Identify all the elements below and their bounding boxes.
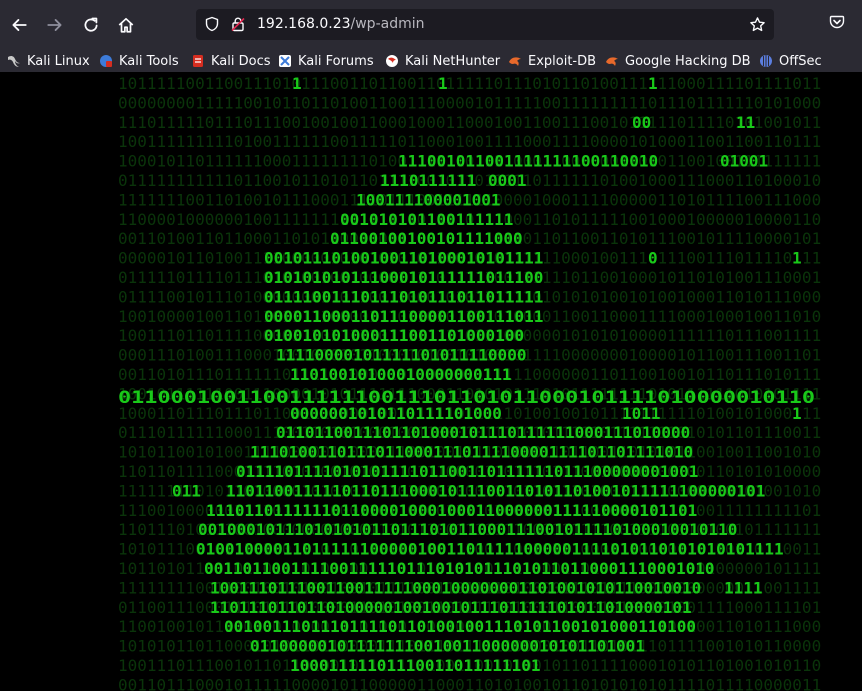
- svg-text:00: 00: [632, 113, 651, 132]
- url-text: 192.168.0.23/wp-admin: [257, 16, 425, 33]
- svg-text:011110111101010111101100110111: 0111101111010101111011001101111110111000…: [236, 462, 698, 481]
- bookmark-kali-linux[interactable]: Kali Linux: [7, 50, 90, 72]
- bookmark-kali-forums[interactable]: Kali Forums: [278, 50, 374, 72]
- exploit-db-icon: [509, 57, 521, 66]
- svg-text:001001110111011110110100100111: 0010011101110111101101001001110101100101…: [224, 617, 696, 636]
- insecure-lock-icon[interactable]: [230, 16, 246, 32]
- url-path: /wp-admin: [350, 16, 425, 32]
- star-icon[interactable]: [749, 16, 766, 33]
- reload-icon: [84, 17, 98, 32]
- bookmark-label: Kali Linux: [27, 53, 90, 69]
- svg-text:001101110001011111000010110000: 0011011100010111110000101100000110001101…: [118, 675, 821, 691]
- svg-text:1: 1: [438, 74, 448, 93]
- svg-text:110111011011010000010010010111: 1101110110110100000100100101110111110101…: [210, 598, 692, 617]
- bookmark-label: Kali Docs: [211, 53, 271, 69]
- bookmark-exploit-db[interactable]: Exploit-DB: [508, 50, 596, 72]
- svg-text:1: 1: [792, 249, 802, 268]
- tracking-shield-icon[interactable]: [204, 16, 220, 32]
- kali-dragon-icon: [8, 55, 20, 67]
- svg-text:0001: 0001: [488, 171, 527, 190]
- svg-text:01111001110111010111011011111: 01111001110111010111011011111: [264, 287, 543, 306]
- bookmark-label: Kali Tools: [119, 53, 179, 69]
- home-button[interactable]: [114, 13, 138, 37]
- svg-text:10001111101110011011111101: 10001111101110011011111101: [290, 656, 540, 675]
- bookmark-kali-tools[interactable]: Kali Tools: [99, 50, 179, 72]
- binary-banner-line: 0110001001100111111001110110101100010111…: [118, 388, 815, 407]
- svg-text:100111100001001: 100111100001001: [356, 190, 501, 209]
- svg-text:11010010100010000000111: 11010010100010000000111: [290, 365, 512, 384]
- svg-text:11110000101111101011110000: 11110000101111101011110000: [276, 346, 526, 365]
- svg-text:001101100111100111110111010101: 0011011001111001111101110101011101011011…: [204, 559, 715, 578]
- svg-text:1110111111: 1110111111: [380, 171, 476, 190]
- svg-text:11: 11: [736, 113, 755, 132]
- svg-text:111011111011101110010010011000: 1110111110111011100100100110001000110001…: [118, 113, 821, 132]
- reload-button[interactable]: [79, 13, 103, 37]
- kali-tools-icon: [100, 55, 112, 67]
- svg-text:01010101011100010111111011100: 01010101011100010111111011100: [264, 268, 543, 287]
- svg-text:000000001111100101101101001100: 0000000011111001011011010011001110000101…: [118, 93, 821, 112]
- svg-text:1: 1: [292, 74, 302, 93]
- svg-text:101111100110011101011100110110: 1011111001100111010111001101100110111110…: [118, 74, 821, 93]
- svg-text:011011001110110100010111011111: 0110110011101101000101110111111000111010…: [276, 423, 690, 442]
- svg-text:100111111111010011111100111110: 1001111111110100111111001111101100010011…: [118, 132, 821, 151]
- home-icon: [118, 17, 134, 33]
- offsec-icon: [760, 55, 772, 67]
- back-button[interactable]: [7, 13, 31, 37]
- svg-text:011000001011111110010011000000: 0110000010111111100100110000001010110100…: [250, 637, 645, 656]
- arrow-left-icon: [12, 19, 27, 31]
- svg-text:01001: 01001: [720, 152, 768, 171]
- svg-text:1: 1: [648, 74, 658, 93]
- bookmark-kali-nethunter[interactable]: Kali NetHunter: [385, 50, 500, 72]
- arrow-right-icon: [47, 19, 62, 31]
- bookmark-label: OffSec: [779, 53, 822, 69]
- forward-button[interactable]: [43, 13, 67, 37]
- url-host: 192.168.0.23: [257, 16, 351, 32]
- browser-toolbar: 192.168.0.23/wp-admin: [0, 0, 862, 50]
- svg-text:110110011111011011100010111001: 1101100111110110111000101110011010110100…: [226, 481, 765, 500]
- svg-text:111010011011101100011101111000: 1110100110111011000111011110000111101101…: [250, 443, 693, 462]
- svg-text:011: 011: [172, 481, 201, 500]
- bookmark-google-hacking-db[interactable]: Google Hacking DB: [605, 50, 751, 72]
- bookmarks-toolbar: Kali Linux Kali Tools Kali Docs Kali For…: [0, 50, 862, 72]
- svg-text:010010000110111111000001001101: 0100100001101111110000010011011111000001…: [196, 540, 784, 559]
- svg-text:010010101000111001101000100: 010010101000111001101000100: [264, 326, 524, 345]
- svg-text:001010101100111111: 001010101100111111: [340, 210, 513, 229]
- url-bar[interactable]: 192.168.0.23/wp-admin: [196, 9, 774, 40]
- svg-text:00101110100100110100010101111: 00101110100100110100010101111: [264, 249, 543, 268]
- binary-dragon-art: 1011111001100111010111001101100110111110…: [118, 74, 821, 691]
- kali-docs-icon: [193, 55, 203, 67]
- svg-text:01100100100101111000: 01100100100101111000: [330, 229, 523, 248]
- svg-text:00001100011011100001100111011: 00001100011011100001100111011: [264, 307, 543, 326]
- bookmark-label: Kali Forums: [298, 53, 374, 69]
- svg-text:001000101110101010110111010110: 0010001011101010101101110101100011100101…: [198, 520, 737, 539]
- kali-forums-icon: [279, 55, 291, 67]
- bookmark-label: Exploit-DB: [528, 53, 597, 69]
- bookmark-label: Kali NetHunter: [405, 53, 501, 69]
- nethunter-icon: [386, 55, 398, 67]
- pocket-icon[interactable]: [829, 14, 845, 30]
- svg-text:1111: 1111: [724, 578, 763, 597]
- bookmark-offsec[interactable]: OffSec: [759, 50, 822, 72]
- page-viewport: 1011111001100111010111001101100110111110…: [0, 72, 862, 691]
- bookmark-kali-docs[interactable]: Kali Docs: [191, 50, 271, 72]
- bookmark-label: Google Hacking DB: [625, 53, 751, 69]
- svg-text:111011011111101100001000100011: 1110110111111011000010001000110000001111…: [206, 501, 697, 520]
- svg-text:0: 0: [648, 249, 658, 268]
- svg-text:111001011001111111100110010: 111001011001111111100110010: [398, 152, 658, 171]
- ghdb-icon: [606, 57, 618, 66]
- svg-text:100111011100110011111000100000: 1001110111001100111110001000000011010010…: [210, 578, 701, 597]
